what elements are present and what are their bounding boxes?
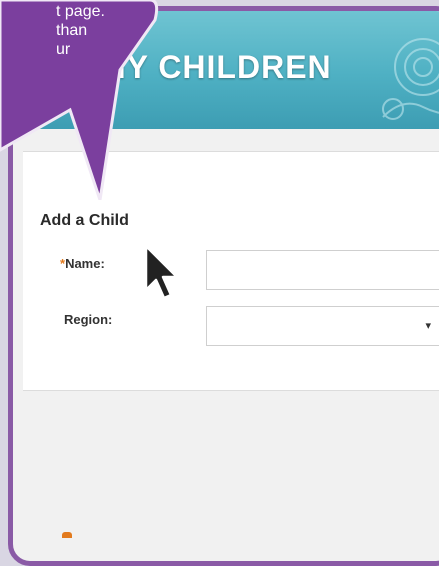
rose-decoration-icon	[382, 38, 439, 120]
mouse-pointer-icon	[144, 244, 179, 300]
callout-line-1: t page.	[56, 3, 105, 20]
callout-line-3: ur	[56, 41, 71, 58]
callout-line-2: than	[56, 22, 88, 39]
name-input[interactable]	[206, 250, 439, 290]
region-select[interactable]: ▾	[206, 306, 439, 346]
bottom-indicator	[62, 532, 72, 538]
chevron-down-icon[interactable]: ▾	[425, 319, 431, 332]
callout-text: t page. than ur	[56, 2, 105, 59]
region-label: Region:	[64, 312, 113, 327]
add-child-heading: Add a Child	[40, 212, 129, 229]
name-label-text: Name:	[65, 256, 105, 271]
name-label: *Name:	[60, 256, 105, 271]
